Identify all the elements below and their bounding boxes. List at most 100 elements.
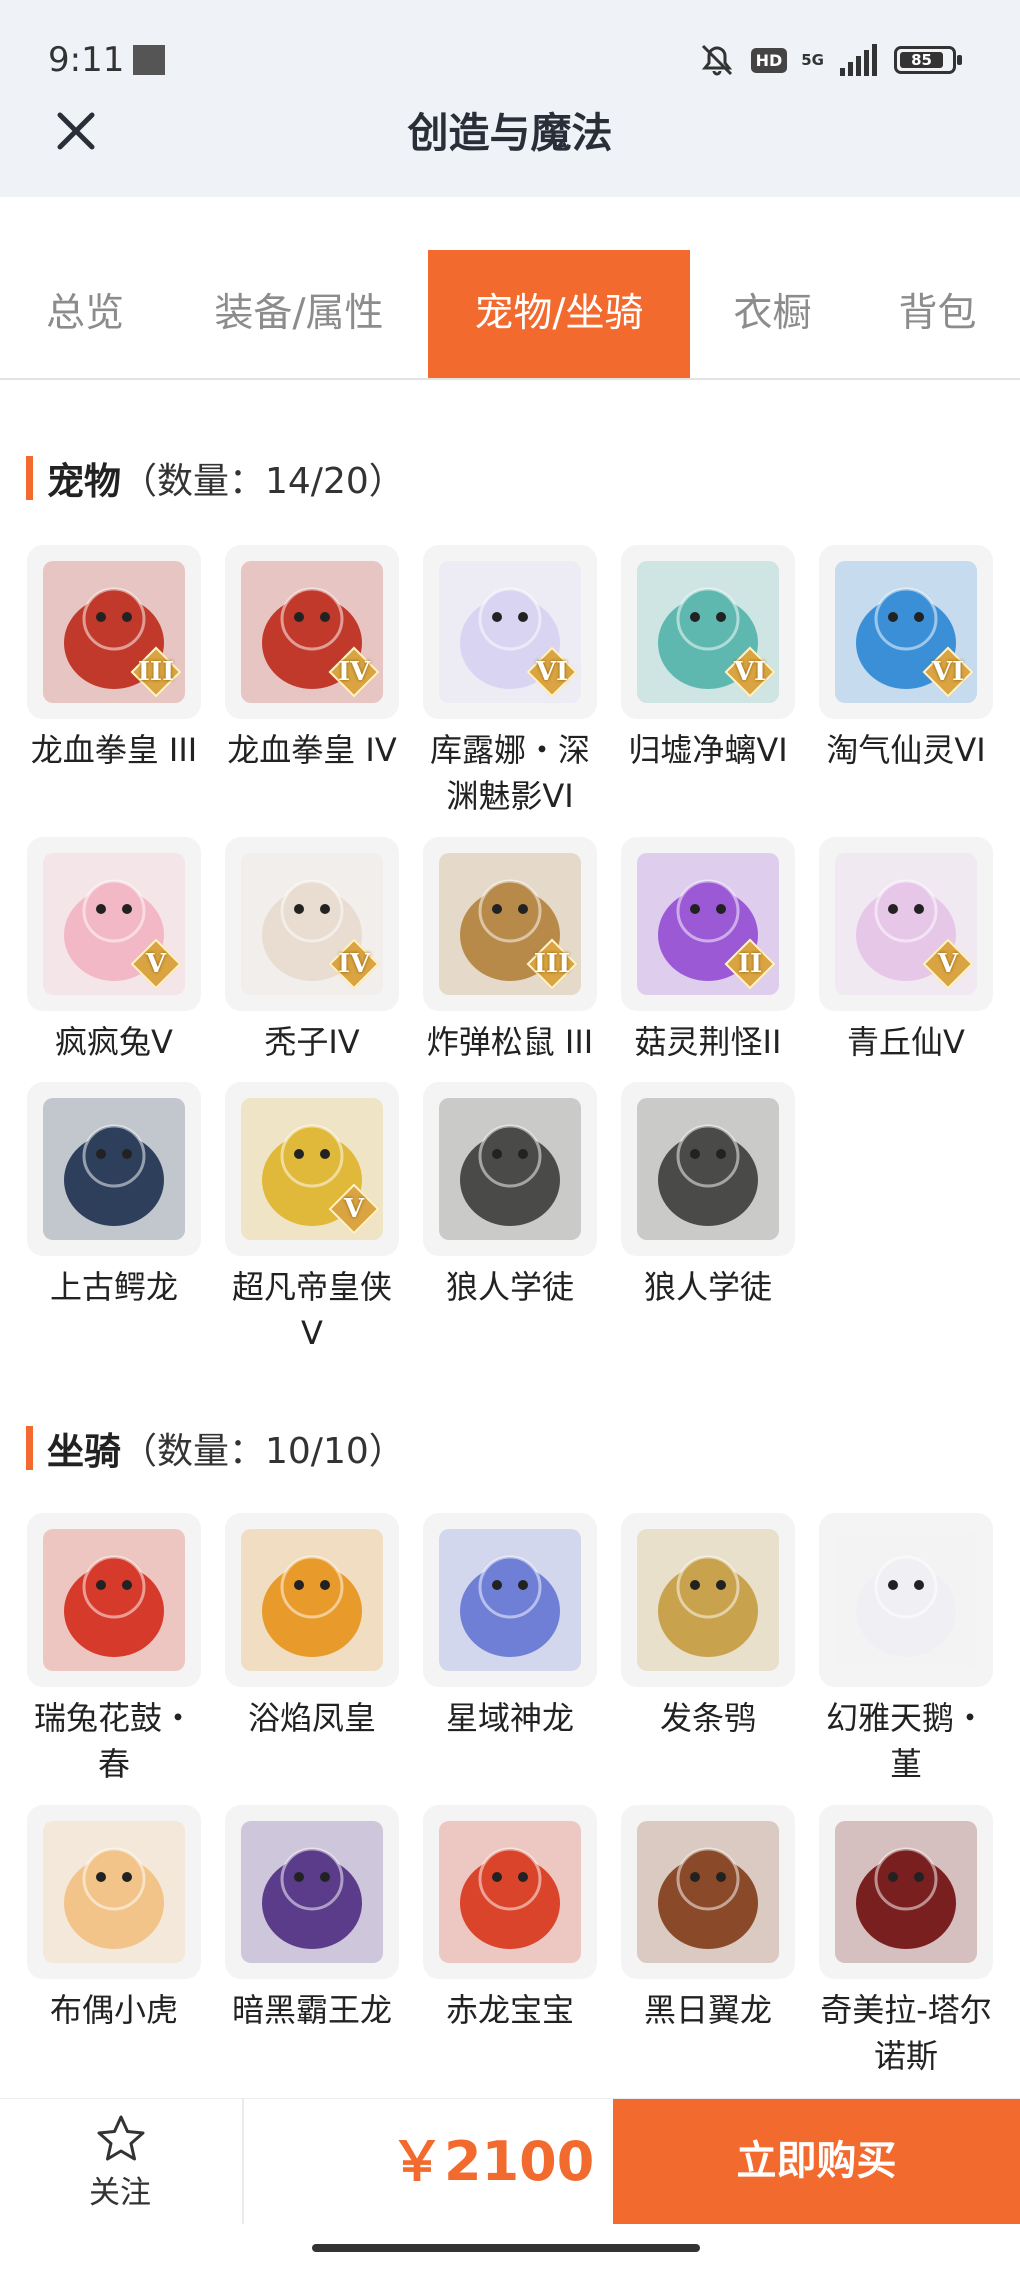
follow-button[interactable]: 关注: [60, 2099, 180, 2224]
item-name: 瑞兔花鼓・春: [33, 1699, 194, 1783]
pet-item[interactable]: 狼人学徒: [621, 1082, 795, 1310]
swan-icon: [835, 1529, 977, 1671]
item-name: 秃子IV: [264, 1023, 360, 1061]
grade-badge: V: [328, 1183, 380, 1235]
pet-item[interactable]: III 炸弹松鼠 III: [423, 837, 597, 1065]
item-image: [225, 1805, 399, 1979]
item-name: 发条鸮: [659, 1699, 756, 1737]
item-image: [819, 1513, 993, 1687]
pet-item[interactable]: 上古鳄龙: [27, 1082, 201, 1310]
tab-pets-mounts[interactable]: 宠物/坐骑: [428, 250, 690, 378]
battery-level: 85: [900, 52, 943, 68]
divider: [242, 2099, 244, 2224]
mount-item[interactable]: 瑞兔花鼓・春: [27, 1513, 201, 1787]
dark-crocodile-dragon-icon: [43, 1098, 185, 1240]
mount-item[interactable]: 布偶小虎: [27, 1805, 201, 2033]
tab-equipment[interactable]: 装备/属性: [170, 250, 428, 378]
pet-item[interactable]: IV 龙血拳皇 IV: [225, 545, 399, 773]
mute-icon: [701, 44, 732, 76]
grade-number: VI: [733, 657, 767, 687]
mount-item[interactable]: 黑日翼龙: [621, 1805, 795, 2033]
section-accent-bar: [26, 1426, 33, 1470]
werewolf-icon: [637, 1098, 779, 1240]
item-name: 布偶小虎: [49, 1991, 178, 2029]
item-image: [423, 1513, 597, 1687]
signal-icon: [840, 44, 877, 76]
section-accent-bar: [26, 456, 33, 500]
item-name: 上古鳄龙: [49, 1268, 178, 1306]
hd-badge: HD: [750, 47, 788, 73]
pet-item[interactable]: 狼人学徒: [423, 1082, 597, 1310]
item-name: 菇灵荆怪II: [634, 1023, 782, 1061]
phoenix-icon: [241, 1529, 383, 1671]
item-name: 炸弹松鼠 III: [426, 1023, 594, 1061]
item-image: VI: [423, 545, 597, 719]
dark-trex-icon: [241, 1821, 383, 1963]
mounts-count: （数量：10/10）: [121, 1431, 405, 1472]
blue-dragon-icon: [439, 1529, 581, 1671]
item-image: [621, 1082, 795, 1256]
mount-item[interactable]: 发条鸮: [621, 1513, 795, 1741]
item-name: 龙血拳皇 IV: [227, 731, 397, 769]
tab-backpack[interactable]: 背包: [855, 250, 1020, 378]
item-image: IV: [225, 545, 399, 719]
item-name: 浴焰凤皇: [247, 1699, 376, 1737]
item-name: 赤龙宝宝: [445, 1991, 574, 2029]
item-image: [423, 1805, 597, 1979]
battery-tip: [957, 55, 962, 65]
pet-item[interactable]: VI 归墟净螭VI: [621, 545, 795, 773]
top-header-area: 9:11 HD 5G 85 创造与魔法: [0, 0, 1020, 197]
item-name: 库露娜・深渊魅影VI: [429, 731, 590, 815]
tab-wardrobe[interactable]: 衣橱: [690, 250, 855, 378]
item-image: [225, 1513, 399, 1687]
mount-item[interactable]: 赤龙宝宝: [423, 1805, 597, 2033]
home-indicator[interactable]: [312, 2244, 700, 2252]
grade-number: V: [145, 949, 167, 979]
mount-item[interactable]: 奇美拉-塔尔诺斯: [819, 1805, 993, 2079]
grade-badge: VI: [526, 646, 578, 698]
item-image: [621, 1513, 795, 1687]
pet-item[interactable]: V 青丘仙V: [819, 837, 993, 1065]
item-name: 超凡帝皇侠V: [231, 1268, 392, 1352]
item-name: 归墟净螭VI: [628, 731, 788, 769]
buy-now-button[interactable]: 立即购买: [613, 2099, 1020, 2224]
mount-item[interactable]: 幻雅天鹅・堇: [819, 1513, 993, 1787]
price: ￥2100: [390, 2130, 595, 2193]
status-bar: 9:11 HD 5G 85: [0, 0, 1020, 110]
status-icons: HD 5G 85: [697, 40, 962, 80]
pterodactyl-icon: [637, 1821, 779, 1963]
pet-item[interactable]: II 菇灵荆怪II: [621, 837, 795, 1065]
werewolf-icon: [439, 1098, 581, 1240]
item-image: V: [819, 837, 993, 1011]
pet-item[interactable]: IV 秃子IV: [225, 837, 399, 1065]
pets-section-title: 宠物 （数量：14/20）: [26, 453, 405, 503]
mount-item[interactable]: 暗黑霸王龙: [225, 1805, 399, 2033]
grade-badge: VI: [922, 646, 974, 698]
mount-item[interactable]: 星域神龙: [423, 1513, 597, 1741]
item-image: II: [621, 837, 795, 1011]
item-image: [423, 1082, 597, 1256]
item-name: 青丘仙V: [847, 1023, 965, 1061]
pet-item[interactable]: V 疯疯兔V: [27, 837, 201, 1065]
grade-badge: V: [922, 938, 974, 990]
pets-count: （数量：14/20）: [121, 461, 405, 502]
item-image: VI: [621, 545, 795, 719]
tab-overview[interactable]: 总览: [0, 250, 170, 378]
pet-item[interactable]: VI 库露娜・深渊魅影VI: [423, 545, 597, 819]
pet-item[interactable]: III 龙血拳皇 III: [27, 545, 201, 773]
pet-item[interactable]: V 超凡帝皇侠V: [225, 1082, 399, 1356]
item-name: 幻雅天鹅・堇: [825, 1699, 986, 1783]
item-image: [27, 1513, 201, 1687]
status-time: 9:11: [48, 40, 125, 80]
item-image: [819, 1805, 993, 1979]
grade-number: VI: [931, 657, 965, 687]
item-image: [27, 1805, 201, 1979]
grade-badge: II: [724, 938, 776, 990]
pet-item[interactable]: VI 淘气仙灵VI: [819, 545, 993, 773]
notification-icon: [133, 45, 165, 75]
mount-item[interactable]: 浴焰凤皇: [225, 1513, 399, 1741]
grade-number: VI: [535, 657, 569, 687]
item-name: 奇美拉-塔尔诺斯: [820, 1991, 992, 2075]
follow-label: 关注: [89, 2175, 151, 2211]
tab-bar: 总览 装备/属性 宠物/坐骑 衣橱 背包: [0, 250, 1020, 380]
